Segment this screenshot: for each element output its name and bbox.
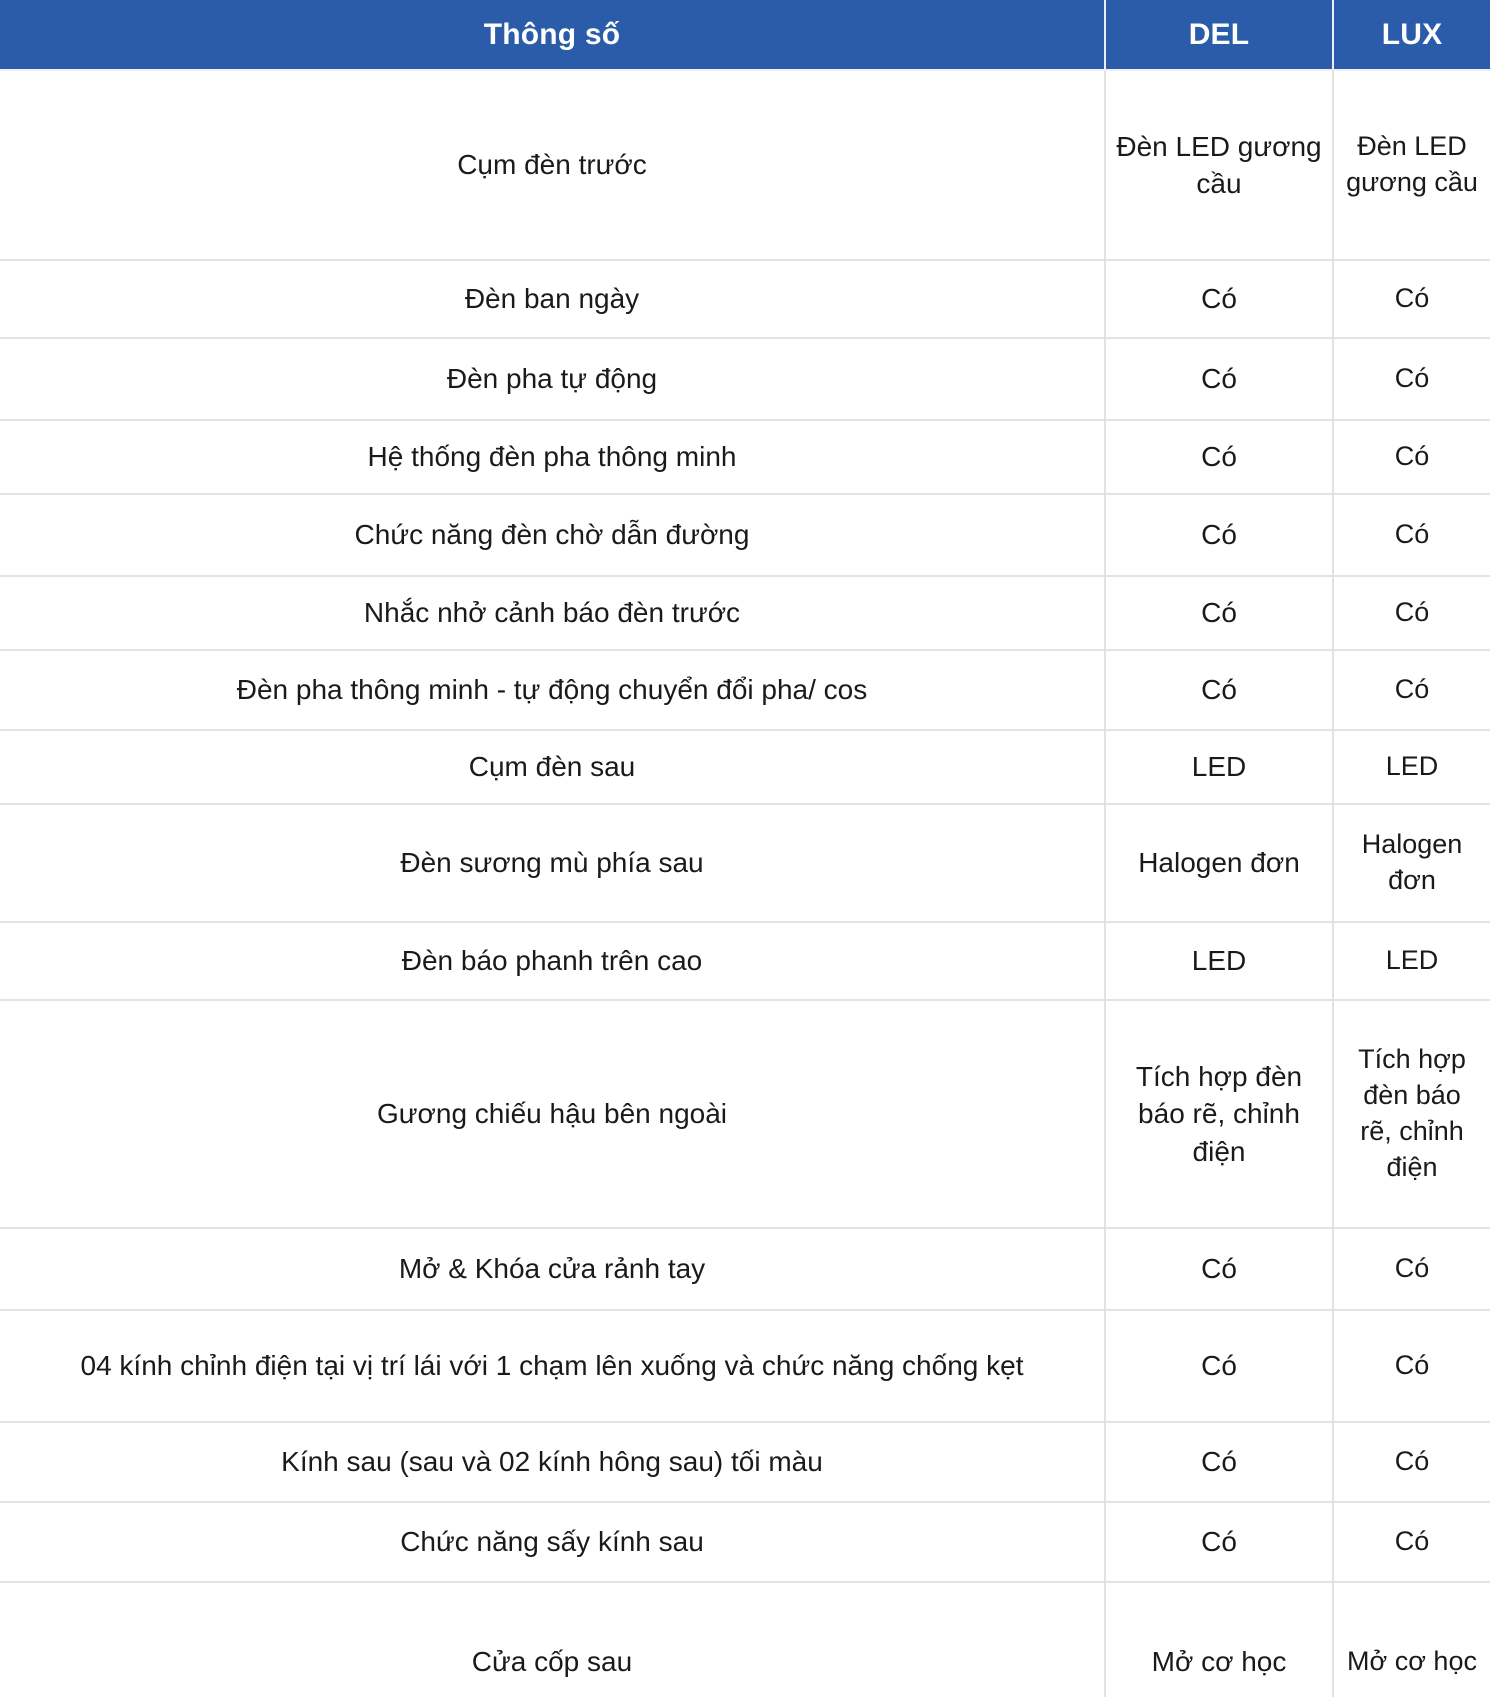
cell-parameter: Mở & Khóa cửa rảnh tay (0, 1228, 1106, 1311)
cell-lux-value: LED (1333, 730, 1490, 805)
cell-del-value: Có (1105, 338, 1334, 421)
cell-lux-value: Đèn LED gương cầu (1333, 69, 1490, 261)
cell-del-value: Đèn LED gương cầu (1105, 69, 1334, 261)
cell-lux-value: Có (1333, 494, 1490, 577)
table-row: Cửa cốp sau Mở cơ học Mở cơ học (0, 1582, 1490, 1697)
cell-del-value: Halogen đơn (1105, 804, 1334, 923)
spec-table-container: Thông số DEL LUX Cụm đèn trước Đèn LED gư… (0, 0, 1490, 1697)
cell-del-value: Có (1105, 1310, 1334, 1423)
cell-del-value: LED (1105, 922, 1334, 1001)
cell-parameter: Nhắc nhở cảnh báo đèn trước (0, 576, 1106, 651)
table-row: Chức năng đèn chờ dẫn đường Có Có (0, 494, 1490, 577)
cell-lux-value: Có (1333, 650, 1490, 731)
cell-lux-value: LED (1333, 922, 1490, 1001)
cell-del-value: Có (1105, 260, 1334, 339)
cell-lux-value: Có (1333, 420, 1490, 495)
cell-lux-value: Halogen đơn (1333, 804, 1490, 923)
cell-parameter: Chức năng sấy kính sau (0, 1502, 1106, 1583)
table-row: Kính sau (sau và 02 kính hông sau) tối m… (0, 1422, 1490, 1503)
cell-parameter: Gương chiếu hậu bên ngoài (0, 1000, 1106, 1229)
cell-parameter: Chức năng đèn chờ dẫn đường (0, 494, 1106, 577)
cell-lux-value: Có (1333, 1502, 1490, 1583)
table-row: Đèn pha tự động Có Có (0, 338, 1490, 421)
cell-lux-value: Mở cơ học (1333, 1582, 1490, 1697)
cell-parameter: Đèn pha tự động (0, 338, 1106, 421)
cell-parameter: Hệ thống đèn pha thông minh (0, 420, 1106, 495)
column-header-del: DEL (1105, 0, 1334, 70)
cell-del-value: Có (1105, 494, 1334, 577)
table-row: Đèn sương mù phía sau Halogen đơn Halogen … (0, 804, 1490, 923)
table-row: Nhắc nhở cảnh báo đèn trước Có Có (0, 576, 1490, 651)
cell-parameter: 04 kính chỉnh điện tại vị trí lái với 1 … (0, 1310, 1106, 1423)
cell-parameter: Đèn pha thông minh - tự động chuyển đổi … (0, 650, 1106, 731)
table-row: Hệ thống đèn pha thông minh Có Có (0, 420, 1490, 495)
cell-lux-value: Có (1333, 260, 1490, 339)
table-row: Cụm đèn trước Đèn LED gương cầu Đèn LED gư… (0, 69, 1490, 261)
cell-del-value: Có (1105, 576, 1334, 651)
cell-parameter: Cụm đèn trước (0, 69, 1106, 261)
table-row: Chức năng sấy kính sau Có Có (0, 1502, 1490, 1583)
cell-lux-value: Có (1333, 1422, 1490, 1503)
cell-del-value: Có (1105, 1502, 1334, 1583)
cell-parameter: Đèn báo phanh trên cao (0, 922, 1106, 1001)
table-row: Đèn báo phanh trên cao LED LED (0, 922, 1490, 1001)
table-row: Cụm đèn sau LED LED (0, 730, 1490, 805)
table-body: Cụm đèn trước Đèn LED gương cầu Đèn LED gư… (0, 69, 1490, 1697)
cell-del-value: Có (1105, 1228, 1334, 1311)
table-row: Gương chiếu hậu bên ngoài Tích hợp đèn bá… (0, 1000, 1490, 1229)
column-header-parameter: Thông số (0, 0, 1106, 70)
cell-parameter: Cửa cốp sau (0, 1582, 1106, 1697)
cell-del-value: Mở cơ học (1105, 1582, 1334, 1697)
header-row: Thông số DEL LUX (0, 0, 1490, 70)
specification-table: Thông số DEL LUX Cụm đèn trước Đèn LED gư… (0, 0, 1490, 1697)
cell-del-value: Có (1105, 1422, 1334, 1503)
table-row: Mở & Khóa cửa rảnh tay Có Có (0, 1228, 1490, 1311)
column-header-lux: LUX (1333, 0, 1490, 70)
cell-del-value: LED (1105, 730, 1334, 805)
cell-parameter: Đèn ban ngày (0, 260, 1106, 339)
cell-parameter: Kính sau (sau và 02 kính hông sau) tối m… (0, 1422, 1106, 1503)
cell-lux-value: Có (1333, 1310, 1490, 1423)
table-row: Đèn pha thông minh - tự động chuyển đổi … (0, 650, 1490, 731)
cell-del-value: Có (1105, 420, 1334, 495)
cell-parameter: Đèn sương mù phía sau (0, 804, 1106, 923)
cell-parameter: Cụm đèn sau (0, 730, 1106, 805)
table-header: Thông số DEL LUX (0, 0, 1490, 70)
table-row: 04 kính chỉnh điện tại vị trí lái với 1 … (0, 1310, 1490, 1423)
cell-del-value: Có (1105, 650, 1334, 731)
cell-lux-value: Có (1333, 338, 1490, 421)
cell-lux-value: Có (1333, 576, 1490, 651)
table-row: Đèn ban ngày Có Có (0, 260, 1490, 339)
cell-lux-value: Có (1333, 1228, 1490, 1311)
cell-del-value: Tích hợp đèn báo rẽ, chỉnh điện (1105, 1000, 1334, 1229)
cell-lux-value: Tích hợp đèn báo rẽ, chỉnh điện (1333, 1000, 1490, 1229)
